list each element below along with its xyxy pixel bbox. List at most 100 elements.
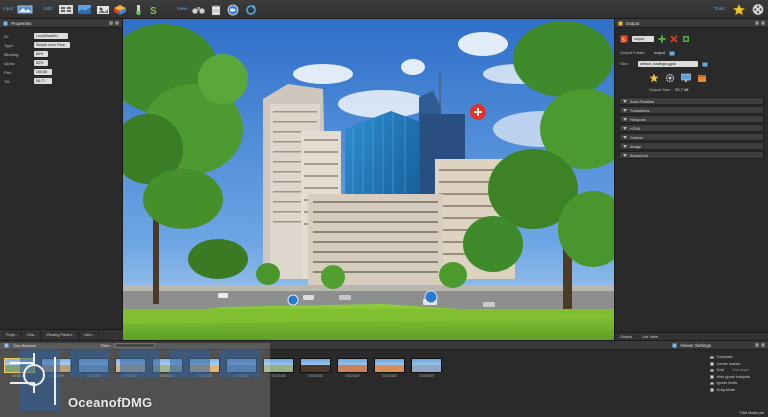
tour-view-button[interactable] (191, 3, 206, 16)
tab-user-data[interactable]: User... (81, 330, 99, 340)
projection-icon (78, 5, 91, 14)
tab-project[interactable]: Proje... (3, 330, 23, 340)
section-image[interactable]: Image (619, 142, 764, 150)
close-panel-icon[interactable] (761, 21, 765, 25)
folder-icon[interactable] (669, 50, 675, 56)
expand-icon (623, 144, 627, 148)
section-control[interactable]: Control (619, 133, 764, 141)
film-tool-button[interactable] (751, 3, 765, 16)
refresh-button[interactable] (245, 3, 257, 16)
float-panel-icon[interactable] (109, 21, 113, 25)
output-format-select[interactable]: output (632, 35, 654, 42)
section-advanced[interactable]: Advanced (619, 151, 764, 159)
notes-button[interactable] (210, 3, 222, 16)
image-edit-button[interactable] (96, 3, 110, 16)
section-transitions[interactable]: Transitions (619, 106, 764, 114)
expand-icon (623, 108, 627, 112)
filter-input[interactable] (114, 342, 155, 348)
monitor-icon[interactable] (681, 73, 691, 83)
panorama-thumbnail[interactable]: 00020479 (41, 358, 72, 378)
output-folder-label: Output Folder: (620, 50, 646, 55)
tab-list-view[interactable]: List View (642, 334, 658, 339)
panorama-thumbnail[interactable]: 00020481 (115, 358, 146, 378)
checkbox[interactable] (710, 381, 714, 385)
import-panorama-button[interactable] (17, 3, 33, 16)
tab-output[interactable]: Output (620, 334, 632, 339)
clipboard-icon (211, 4, 221, 15)
checkbox[interactable] (710, 375, 714, 379)
section-auto-rotation[interactable]: Auto Rotation (619, 97, 764, 105)
thumbnail-image (374, 358, 405, 373)
export-output-icon[interactable] (682, 35, 690, 43)
dollar-icon: S (150, 6, 157, 16)
projection-button[interactable] (77, 3, 92, 16)
output-title: Output (626, 20, 640, 26)
hotspot-mode-button[interactable] (58, 3, 74, 16)
close-panel-icon[interactable] (761, 343, 765, 347)
star-icon[interactable] (649, 73, 659, 83)
close-panel-icon[interactable] (115, 21, 119, 25)
panorama-thumbnail[interactable]: 00020482 (152, 358, 183, 378)
panorama-thumbnail[interactable]: 00020487 (337, 358, 368, 378)
binoculars-icon (191, 7, 206, 15)
panorama-thumbnail[interactable]: 00020488 (374, 358, 405, 378)
thumbnail-image (78, 358, 109, 373)
cube-button[interactable] (113, 3, 127, 16)
panorama-thumbnail[interactable]: 00020486 (300, 358, 331, 378)
panorama-scene (123, 19, 614, 340)
pan-field[interactable]: 160.66 (34, 69, 52, 75)
package-icon[interactable] (697, 73, 707, 83)
tab-overview[interactable]: Ove... (24, 330, 42, 340)
thumbnail-image (41, 358, 72, 373)
drag-mode-toggle[interactable]: Drag Mode (614, 387, 768, 394)
thumbnail-image (411, 358, 442, 373)
float-panel-icon[interactable] (755, 343, 759, 347)
blinding-field[interactable]: 80% (34, 51, 48, 57)
star-icon (732, 3, 746, 16)
main-toolbar: Input: Edit: S View: Tools: (0, 0, 768, 19)
section-hotspots[interactable]: Hotspots (619, 115, 764, 123)
edit-label: Edit: (44, 6, 54, 11)
web-preview-button[interactable] (227, 3, 239, 16)
panorama-thumbnail[interactable]: 00020484 (226, 358, 257, 378)
type-select[interactable]: Simple Lens Flare (34, 42, 70, 48)
tab-viewing-parameters[interactable]: Viewing Param... (43, 330, 79, 340)
section-html[interactable]: HTML (619, 124, 764, 132)
checkbox[interactable] (710, 362, 714, 366)
prop-label: Tilt: (4, 78, 11, 84)
tilt-field[interactable]: 56.77 (34, 78, 52, 84)
checkbox[interactable] (710, 355, 714, 359)
panorama-thumbnail[interactable]: 00020483 (189, 358, 220, 378)
panorama-thumbnail[interactable]: 00020480 (78, 358, 109, 378)
nav-hotspot-icon[interactable] (424, 290, 438, 304)
tour-browser-icon (4, 343, 9, 347)
tools-label: Tools: (714, 6, 726, 11)
nav-hotspot-icon[interactable] (287, 294, 299, 306)
id-field[interactable]: LocalSouth01 (34, 33, 68, 39)
output-header: Output (615, 19, 768, 28)
settings-icon[interactable] (665, 73, 675, 83)
panorama-viewer[interactable] (123, 19, 614, 340)
thumbnail-caption: 00020483 (197, 374, 212, 378)
star-tool-button[interactable] (732, 3, 746, 16)
alpha-field[interactable]: 80% (34, 60, 48, 66)
add-output-icon[interactable] (658, 35, 666, 43)
hotspot-icon[interactable] (470, 104, 486, 120)
properties-header: Properties (0, 19, 122, 28)
script-button[interactable]: S (149, 3, 158, 16)
skin-select[interactable]: default_loadingui.ggsk (638, 60, 698, 67)
checkbox[interactable] (710, 368, 714, 372)
panorama-thumbnail[interactable]: 00020485 (263, 358, 294, 378)
skin-browse-icon[interactable] (702, 61, 708, 67)
panorama-thumbnail[interactable]: 00020489 (411, 358, 442, 378)
expand-icon (623, 135, 627, 139)
thumbnail-image (115, 358, 146, 373)
remove-output-icon[interactable] (670, 34, 678, 43)
properties-title: Properties (11, 20, 32, 26)
panorama-thumbnail[interactable]: 00020478 (4, 358, 35, 378)
masking-button[interactable] (132, 3, 145, 16)
thumbnail-caption: 00020487 (345, 374, 360, 378)
prop-row-blinding: Blinding: 80% (0, 50, 122, 58)
checkbox[interactable] (710, 388, 714, 392)
float-panel-icon[interactable] (755, 21, 759, 25)
